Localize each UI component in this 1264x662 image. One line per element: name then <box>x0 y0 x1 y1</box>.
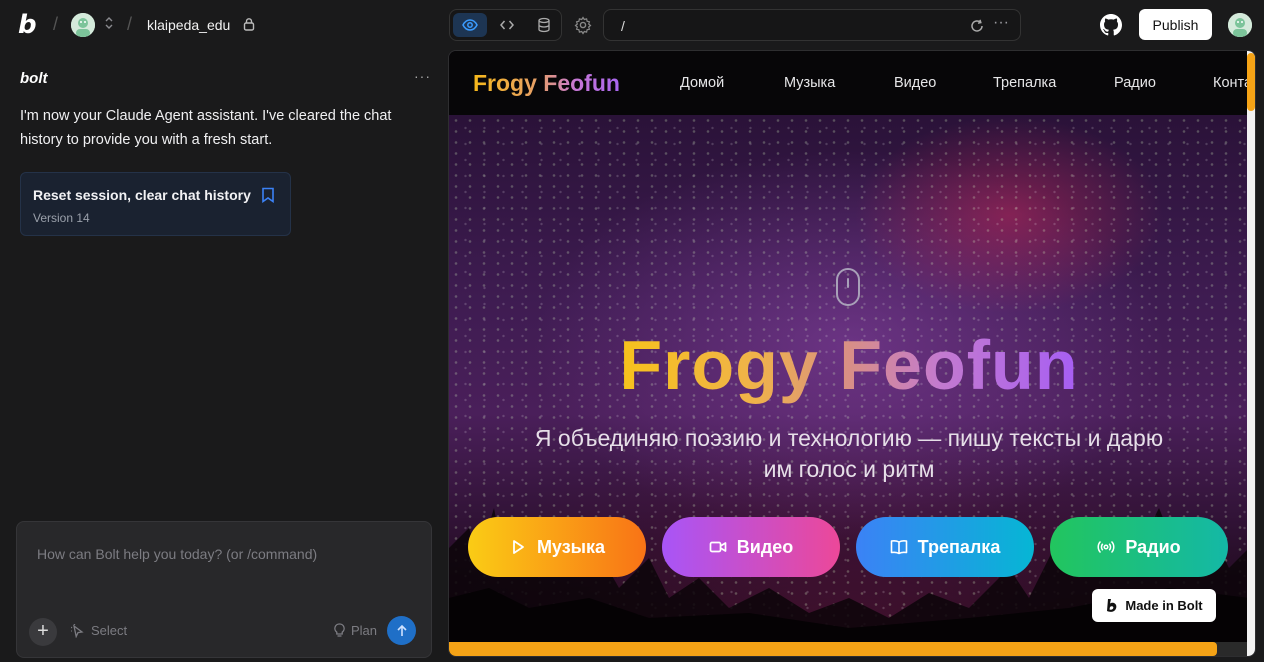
eye-icon <box>462 19 478 31</box>
hero-subtitle: Я объединяю поэзию и технологию — пишу т… <box>534 425 1164 482</box>
chat-more-icon[interactable]: ··· <box>414 68 431 84</box>
breadcrumb-separator: / <box>127 14 133 34</box>
preview-eye-button[interactable] <box>453 13 487 37</box>
reload-icon[interactable] <box>969 18 985 34</box>
site-logo[interactable]: Frogy Feofun <box>473 70 620 97</box>
plan-label: Plan <box>351 623 378 638</box>
plan-button[interactable]: Plan <box>333 623 377 638</box>
video-icon <box>709 541 727 553</box>
video-button-label: Видео <box>736 536 794 557</box>
hero-section: Frogy Feofun Я объединяю поэзию и технол… <box>449 115 1249 656</box>
bolt-logo-icon[interactable]: b <box>18 12 40 38</box>
view-toggle-group <box>449 9 562 41</box>
preview-frame: Frogy Feofun Домой Музыка Видео Трепалка… <box>448 50 1256 657</box>
nav-item-music[interactable]: Музыка <box>784 75 835 91</box>
send-button[interactable] <box>387 616 416 645</box>
database-icon <box>538 17 550 33</box>
version-label: Version 14 <box>33 211 90 225</box>
lock-icon <box>242 17 256 31</box>
assistant-message: I'm now your Claude Agent assistant. I'v… <box>20 108 392 148</box>
workspace-switch-chevron-icon[interactable] <box>104 16 114 31</box>
book-icon <box>890 539 907 555</box>
publish-button[interactable]: Publish <box>1139 9 1212 40</box>
scroll-progress-fill <box>449 642 1217 656</box>
preview-scrollbar-thumb[interactable] <box>1247 53 1255 111</box>
chat-input-box: How can Bolt help you today? (or /comman… <box>16 521 432 658</box>
more-options-icon[interactable]: ··· <box>993 14 1009 32</box>
radio-button-label: Радио <box>1125 536 1181 557</box>
nav-item-talk[interactable]: Трепалка <box>993 75 1056 91</box>
chat-input[interactable]: How can Bolt help you today? (or /comman… <box>37 546 317 562</box>
talk-button-label: Трепалка <box>917 536 1001 557</box>
nav-item-home[interactable]: Домой <box>680 75 724 91</box>
breadcrumb-separator: / <box>53 14 59 34</box>
settings-gear-icon[interactable] <box>573 15 593 35</box>
top-bar: b / / klaipeda_edu / ··· Publish <box>0 0 1264 50</box>
cursor-select-icon <box>71 623 84 638</box>
made-in-bolt-label: Made in Bolt <box>1125 598 1203 613</box>
database-view-button[interactable] <box>527 13 561 37</box>
bolt-b-icon <box>1107 599 1117 612</box>
workspace-avatar[interactable] <box>71 13 95 37</box>
add-attachment-button[interactable]: + <box>29 618 57 646</box>
video-button[interactable]: Видео <box>662 517 840 577</box>
music-button[interactable]: Музыка <box>468 517 646 577</box>
talk-button[interactable]: Трепалка <box>856 517 1034 577</box>
site-navbar: Frogy Feofun Домой Музыка Видео Трепалка… <box>449 51 1252 115</box>
radio-button[interactable]: Радио <box>1050 517 1228 577</box>
music-button-label: Музыка <box>536 536 606 557</box>
bookmark-icon[interactable] <box>261 187 275 204</box>
github-icon[interactable] <box>1100 14 1122 36</box>
arrow-up-icon <box>396 624 407 636</box>
radio-icon <box>1097 540 1115 554</box>
project-name[interactable]: klaipeda_edu <box>147 17 230 33</box>
version-card-title: Reset session, clear chat history <box>33 187 251 203</box>
nav-item-radio[interactable]: Радио <box>1114 75 1156 91</box>
url-bar[interactable]: / ··· <box>603 9 1021 41</box>
hero-title: Frogy Feofun <box>619 326 1079 404</box>
scroll-mouse-icon <box>836 268 860 306</box>
code-view-button[interactable] <box>490 13 524 37</box>
nav-item-video[interactable]: Видео <box>894 75 936 91</box>
select-element-button[interactable]: Select <box>71 623 127 638</box>
url-input[interactable]: / <box>621 18 625 34</box>
scroll-progress-bar <box>449 642 1249 656</box>
lightbulb-icon <box>334 623 345 637</box>
made-in-bolt-badge[interactable]: Made in Bolt <box>1092 589 1216 622</box>
bolt-brand: bolt <box>20 70 48 87</box>
user-avatar[interactable] <box>1228 13 1252 37</box>
play-icon <box>513 540 524 554</box>
code-icon <box>500 20 514 30</box>
select-label: Select <box>91 623 128 638</box>
version-card[interactable]: Reset session, clear chat history Versio… <box>20 172 291 236</box>
preview-scrollbar[interactable] <box>1247 51 1255 656</box>
